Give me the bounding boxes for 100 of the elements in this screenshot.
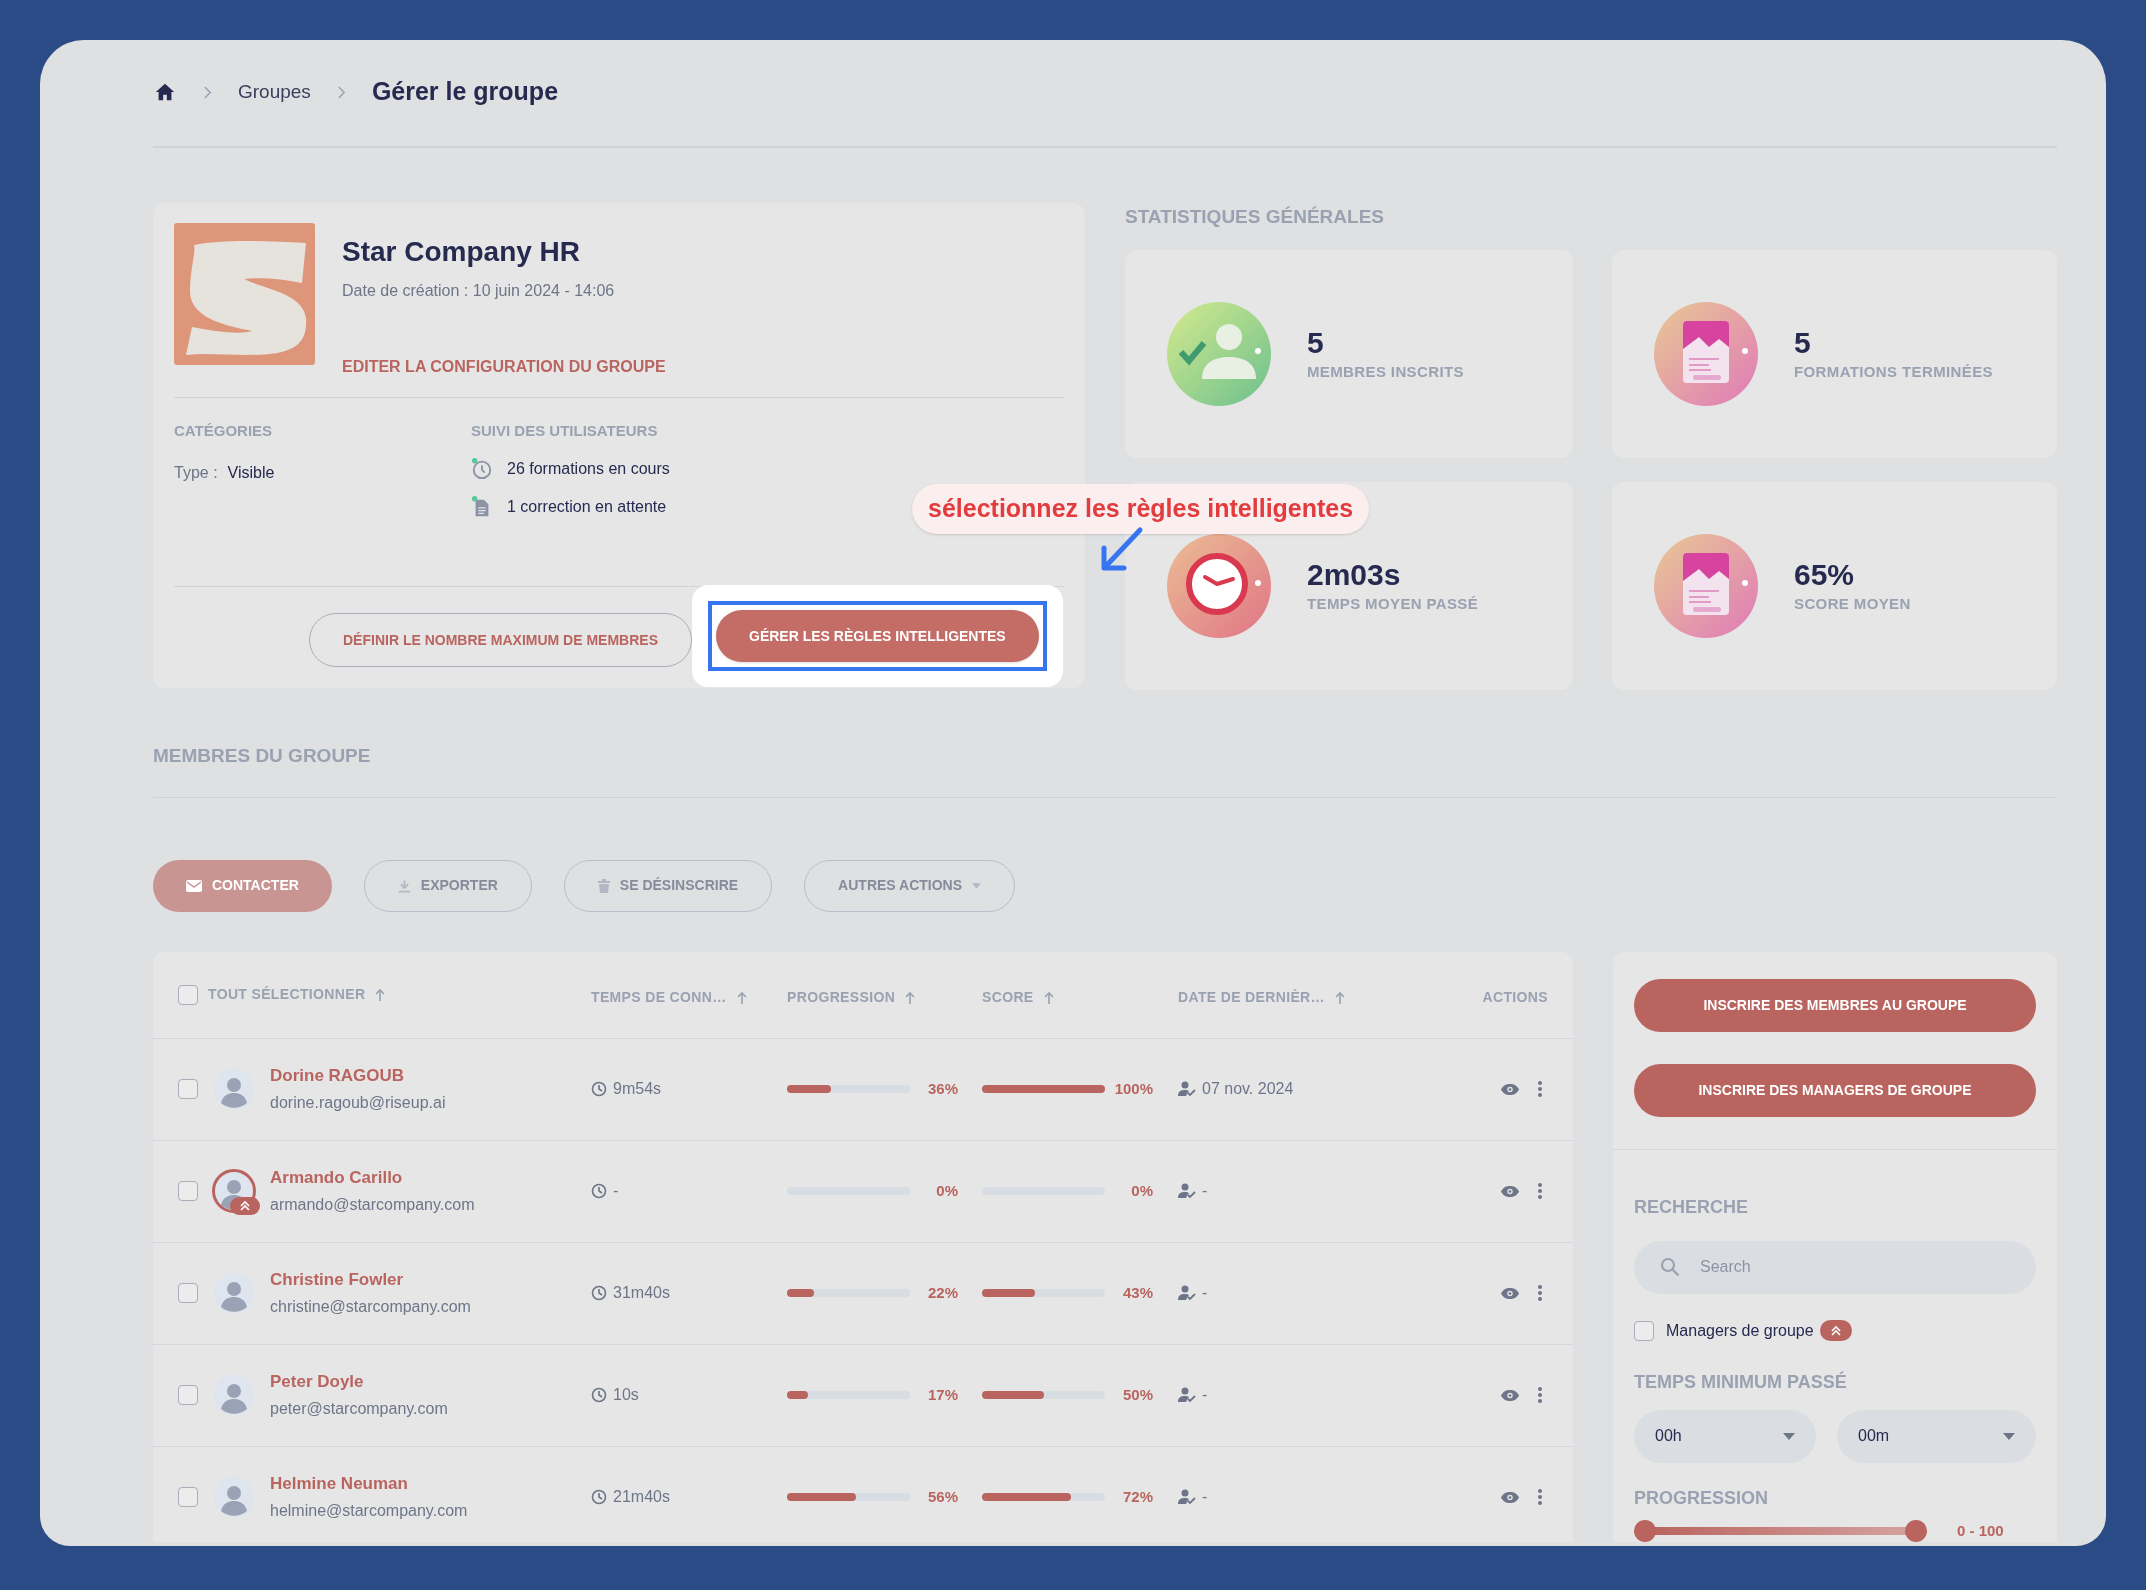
progress-value: 22% <box>927 1282 958 1303</box>
checkbox[interactable] <box>178 984 198 1005</box>
search-icon <box>1660 1256 1680 1277</box>
clock-icon <box>471 457 493 480</box>
column-header[interactable]: SCORE <box>982 987 1034 1008</box>
field-value: Visible <box>227 462 275 483</box>
download-icon <box>397 878 411 893</box>
clock-icon <box>591 1387 607 1403</box>
member-email: christine@starcompany.com <box>270 1297 471 1318</box>
checkbox[interactable] <box>1634 1320 1654 1341</box>
checkbox[interactable] <box>178 1181 198 1201</box>
section-heading: TEMPS MINIMUM PASSÉ <box>1634 1370 1848 1394</box>
stat-value: 2m03s <box>1307 556 1402 593</box>
eye-icon[interactable] <box>1500 1184 1520 1198</box>
range-value: 0 - 100 <box>1957 1520 2004 1541</box>
section-heading: CATÉGORIES <box>174 421 274 441</box>
stat-value: 5 <box>1794 324 1812 361</box>
member-name[interactable]: Christine Fowler <box>270 1266 471 1293</box>
document-icon <box>1651 531 1761 641</box>
time-select[interactable]: 00h <box>1634 1409 1816 1463</box>
checkbox[interactable] <box>178 1487 198 1507</box>
range-slider[interactable] <box>1634 1519 1927 1542</box>
annotation-callout: sélectionnez les règles intelligentes <box>912 484 1370 534</box>
checkbox[interactable] <box>178 1079 198 1099</box>
double-chevron-icon <box>239 1200 251 1212</box>
column-header[interactable]: DATE DE DERNIÈR… <box>1178 987 1325 1008</box>
stat-value: 5 <box>1307 324 1325 361</box>
column-header: ACTIONS <box>1482 988 1548 1007</box>
page-title: Gérer le groupe <box>371 76 559 108</box>
breadcrumb-link[interactable]: Groupes <box>238 77 311 107</box>
time-text: 9m54s <box>613 1079 662 1099</box>
score-value: 50% <box>1122 1384 1153 1405</box>
checkbox[interactable] <box>178 1283 198 1303</box>
home-icon[interactable] <box>153 81 177 103</box>
stat-label: FORMATIONS TERMINÉES <box>1794 361 1993 382</box>
sort-arrow-icon[interactable] <box>1334 990 1345 1005</box>
smart-rules-button[interactable]: GÉRER LES RÈGLES INTELLIGENTES <box>716 610 1039 662</box>
slider-thumb[interactable] <box>1634 1519 1656 1542</box>
time-text: 10s <box>613 1385 639 1405</box>
toolbar-button[interactable]: CONTACTER <box>153 859 332 912</box>
eye-icon[interactable] <box>1500 1286 1520 1300</box>
clock-icon <box>591 1285 607 1301</box>
person-check-icon <box>1178 1387 1196 1403</box>
section-heading: RECHERCHE <box>1634 1195 1749 1219</box>
eye-icon[interactable] <box>1500 1082 1520 1096</box>
score-value: 72% <box>1122 1486 1153 1507</box>
edit-config-link[interactable]: EDITER LA CONFIGURATION DU GROUPE <box>342 355 666 379</box>
eye-icon[interactable] <box>1500 1490 1520 1504</box>
clock-icon <box>591 1081 607 1097</box>
more-options-icon[interactable] <box>1538 1489 1542 1505</box>
sort-arrow-icon[interactable] <box>1043 990 1054 1005</box>
tracking-text: 26 formations en cours <box>507 458 670 479</box>
member-name[interactable]: Helmine Neuman <box>270 1470 468 1497</box>
time-text: 31m40s <box>613 1283 670 1303</box>
score-value: 43% <box>1122 1282 1153 1303</box>
chevron-right-icon <box>336 85 346 99</box>
person-check-icon <box>1178 1081 1196 1097</box>
stat-label: SCORE MOYEN <box>1794 593 1911 614</box>
progress-value: 17% <box>927 1384 958 1405</box>
more-options-icon[interactable] <box>1538 1183 1542 1199</box>
enroll-button[interactable]: INSCRIRE DES MEMBRES AU GROUPE <box>1634 978 2036 1032</box>
slider-thumb[interactable] <box>1905 1519 1927 1542</box>
caret-icon <box>972 882 982 889</box>
checkbox-label: Managers de groupe <box>1666 1320 1814 1341</box>
eye-icon[interactable] <box>1500 1388 1520 1402</box>
member-name[interactable]: Armando Carillo <box>270 1164 475 1191</box>
trash-icon <box>597 878 610 893</box>
group-name: Star Company HR <box>342 235 582 269</box>
clock-icon <box>591 1183 607 1199</box>
search-field[interactable]: Search <box>1634 1240 2036 1294</box>
section-heading: PROGRESSION <box>1634 1486 1770 1510</box>
date-text: - <box>1202 1385 1208 1405</box>
progress-value: 36% <box>927 1078 958 1099</box>
time-select[interactable]: 00m <box>1837 1409 2036 1463</box>
score-value: 0% <box>1131 1180 1153 1201</box>
caret-icon <box>1783 1432 1795 1440</box>
checkbox[interactable] <box>178 1385 198 1405</box>
column-header[interactable]: TOUT SÉLECTIONNER <box>208 984 366 1005</box>
member-email: armando@starcompany.com <box>270 1195 475 1216</box>
more-options-icon[interactable] <box>1538 1387 1542 1403</box>
member-name[interactable]: Peter Doyle <box>270 1368 448 1395</box>
stat-label: TEMPS MOYEN PASSÉ <box>1307 593 1479 614</box>
date-text: - <box>1202 1283 1208 1303</box>
more-options-icon[interactable] <box>1538 1285 1542 1301</box>
member-name[interactable]: Dorine RAGOUB <box>270 1062 446 1089</box>
more-options-icon[interactable] <box>1538 1081 1542 1097</box>
stat-label: MEMBRES INSCRITS <box>1307 361 1464 382</box>
double-chevron-icon <box>1829 1324 1842 1337</box>
member-email: peter@starcompany.com <box>270 1399 448 1420</box>
column-header[interactable]: PROGRESSION <box>787 987 896 1008</box>
enroll-button[interactable]: INSCRIRE DES MANAGERS DE GROUPE <box>1634 1063 2036 1117</box>
member-email: helmine@starcompany.com <box>270 1501 468 1522</box>
member-check-icon <box>1164 299 1274 409</box>
sort-arrow-icon[interactable] <box>736 990 747 1005</box>
clock-icon <box>591 1489 607 1505</box>
column-header[interactable]: TEMPS DE CONN… <box>591 987 727 1008</box>
sort-arrow-icon[interactable] <box>905 990 916 1005</box>
mail-icon <box>186 879 202 892</box>
sort-arrow-icon[interactable] <box>375 987 386 1002</box>
creation-date: Date de création : 10 juin 2024 - 14:06 <box>342 281 616 301</box>
